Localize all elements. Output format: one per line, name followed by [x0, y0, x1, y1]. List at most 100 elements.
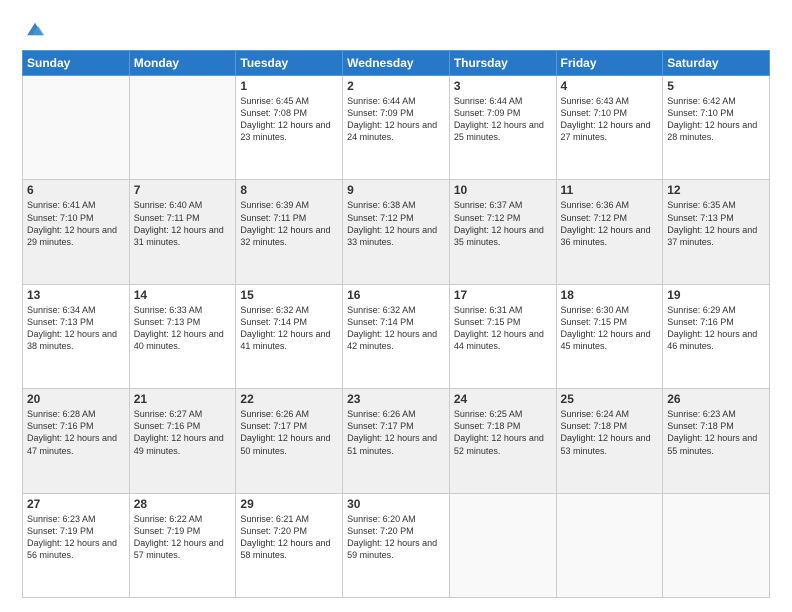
calendar-cell: 26 Sunrise: 6:23 AM Sunset: 7:18 PM Dayli… [663, 389, 770, 493]
day-info: Sunrise: 6:40 AM Sunset: 7:11 PM Dayligh… [134, 199, 232, 248]
day-info: Sunrise: 6:24 AM Sunset: 7:18 PM Dayligh… [561, 408, 659, 457]
calendar-cell: 3 Sunrise: 6:44 AM Sunset: 7:09 PM Daylig… [449, 76, 556, 180]
weekday-header: Saturday [663, 51, 770, 76]
day-number: 5 [667, 79, 765, 93]
day-number: 8 [240, 183, 338, 197]
day-number: 21 [134, 392, 232, 406]
calendar-cell: 17Sunrise: 6:31 AM Sunset: 7:15 PM Dayli… [449, 284, 556, 388]
day-info: Sunrise: 6:26 AM Sunset: 7:17 PM Dayligh… [347, 408, 445, 457]
day-number: 30 [347, 497, 445, 511]
day-number: 9 [347, 183, 445, 197]
top-section [22, 18, 770, 40]
day-number: 14 [134, 288, 232, 302]
day-info: Sunrise: 6:32 AM Sunset: 7:14 PM Dayligh… [347, 304, 445, 353]
calendar-cell: 30 Sunrise: 6:20 AM Sunset: 7:20 PM Dayli… [343, 493, 450, 597]
calendar-week-row: 1Sunrise: 6:45 AM Sunset: 7:08 PM Daylig… [23, 76, 770, 180]
day-number: 7 [134, 183, 232, 197]
logo-icon [24, 18, 46, 40]
calendar-cell: 10 Sunrise: 6:37 AM Sunset: 7:12 PM Dayli… [449, 180, 556, 284]
day-number: 28 [134, 497, 232, 511]
day-info: Sunrise: 6:44 AM Sunset: 7:09 PM Dayligh… [347, 95, 445, 144]
calendar-week-row: 13 Sunrise: 6:34 AM Sunset: 7:13 PM Dayli… [23, 284, 770, 388]
calendar-cell: 29 Sunrise: 6:21 AM Sunset: 7:20 PM Dayli… [236, 493, 343, 597]
day-number: 26 [667, 392, 765, 406]
day-info: Sunrise: 6:43 AM Sunset: 7:10 PM Dayligh… [561, 95, 659, 144]
day-number: 22 [240, 392, 338, 406]
calendar-cell: 12 Sunrise: 6:35 AM Sunset: 7:13 PM Dayli… [663, 180, 770, 284]
logo [22, 18, 46, 40]
weekday-header: Friday [556, 51, 663, 76]
weekday-header: Tuesday [236, 51, 343, 76]
day-number: 3 [454, 79, 552, 93]
day-info: Sunrise: 6:23 AM Sunset: 7:18 PM Dayligh… [667, 408, 765, 457]
calendar-cell: 21 Sunrise: 6:27 AM Sunset: 7:16 PM Dayli… [129, 389, 236, 493]
calendar-cell: 7 Sunrise: 6:40 AM Sunset: 7:11 PM Daylig… [129, 180, 236, 284]
calendar-cell: 16 Sunrise: 6:32 AM Sunset: 7:14 PM Dayli… [343, 284, 450, 388]
day-number: 29 [240, 497, 338, 511]
day-info: Sunrise: 6:26 AM Sunset: 7:17 PM Dayligh… [240, 408, 338, 457]
day-info: Sunrise: 6:29 AM Sunset: 7:16 PM Dayligh… [667, 304, 765, 353]
day-number: 2 [347, 79, 445, 93]
day-number: 24 [454, 392, 552, 406]
day-info: Sunrise: 6:27 AM Sunset: 7:16 PM Dayligh… [134, 408, 232, 457]
day-number: 12 [667, 183, 765, 197]
calendar-week-row: 20 Sunrise: 6:28 AM Sunset: 7:16 PM Dayli… [23, 389, 770, 493]
day-number: 11 [561, 183, 659, 197]
day-number: 19 [667, 288, 765, 302]
day-info: Sunrise: 6:22 AM Sunset: 7:19 PM Dayligh… [134, 513, 232, 562]
calendar-cell: 14 Sunrise: 6:33 AM Sunset: 7:13 PM Dayli… [129, 284, 236, 388]
calendar-cell: 19 Sunrise: 6:29 AM Sunset: 7:16 PM Dayli… [663, 284, 770, 388]
weekday-header: Sunday [23, 51, 130, 76]
calendar-cell: 11 Sunrise: 6:36 AM Sunset: 7:12 PM Dayli… [556, 180, 663, 284]
day-info: Sunrise: 6:20 AM Sunset: 7:20 PM Dayligh… [347, 513, 445, 562]
day-info: Sunrise: 6:25 AM Sunset: 7:18 PM Dayligh… [454, 408, 552, 457]
calendar-week-row: 27Sunrise: 6:23 AM Sunset: 7:19 PM Dayli… [23, 493, 770, 597]
calendar-cell: 15 Sunrise: 6:32 AM Sunset: 7:14 PM Dayli… [236, 284, 343, 388]
calendar-cell: 4 Sunrise: 6:43 AM Sunset: 7:10 PM Daylig… [556, 76, 663, 180]
weekday-header: Wednesday [343, 51, 450, 76]
day-number: 17 [454, 288, 552, 302]
day-info: Sunrise: 6:38 AM Sunset: 7:12 PM Dayligh… [347, 199, 445, 248]
calendar-cell: 23Sunrise: 6:26 AM Sunset: 7:17 PM Dayli… [343, 389, 450, 493]
calendar-cell [449, 493, 556, 597]
day-info: Sunrise: 6:21 AM Sunset: 7:20 PM Dayligh… [240, 513, 338, 562]
calendar-cell: 1Sunrise: 6:45 AM Sunset: 7:08 PM Daylig… [236, 76, 343, 180]
calendar-table: SundayMondayTuesdayWednesdayThursdayFrid… [22, 50, 770, 598]
calendar-cell [663, 493, 770, 597]
calendar-cell [129, 76, 236, 180]
day-info: Sunrise: 6:35 AM Sunset: 7:13 PM Dayligh… [667, 199, 765, 248]
day-info: Sunrise: 6:37 AM Sunset: 7:12 PM Dayligh… [454, 199, 552, 248]
page: SundayMondayTuesdayWednesdayThursdayFrid… [0, 0, 792, 612]
day-number: 13 [27, 288, 125, 302]
day-info: Sunrise: 6:33 AM Sunset: 7:13 PM Dayligh… [134, 304, 232, 353]
calendar-cell: 18Sunrise: 6:30 AM Sunset: 7:15 PM Dayli… [556, 284, 663, 388]
day-info: Sunrise: 6:44 AM Sunset: 7:09 PM Dayligh… [454, 95, 552, 144]
day-number: 25 [561, 392, 659, 406]
day-number: 6 [27, 183, 125, 197]
calendar-cell [23, 76, 130, 180]
calendar-cell: 20 Sunrise: 6:28 AM Sunset: 7:16 PM Dayli… [23, 389, 130, 493]
day-number: 16 [347, 288, 445, 302]
calendar-cell: 27Sunrise: 6:23 AM Sunset: 7:19 PM Dayli… [23, 493, 130, 597]
day-number: 4 [561, 79, 659, 93]
day-info: Sunrise: 6:32 AM Sunset: 7:14 PM Dayligh… [240, 304, 338, 353]
day-info: Sunrise: 6:34 AM Sunset: 7:13 PM Dayligh… [27, 304, 125, 353]
weekday-header: Thursday [449, 51, 556, 76]
day-number: 10 [454, 183, 552, 197]
day-number: 20 [27, 392, 125, 406]
day-number: 15 [240, 288, 338, 302]
day-info: Sunrise: 6:45 AM Sunset: 7:08 PM Dayligh… [240, 95, 338, 144]
calendar-cell: 9 Sunrise: 6:38 AM Sunset: 7:12 PM Daylig… [343, 180, 450, 284]
day-info: Sunrise: 6:36 AM Sunset: 7:12 PM Dayligh… [561, 199, 659, 248]
calendar-cell: 5 Sunrise: 6:42 AM Sunset: 7:10 PM Daylig… [663, 76, 770, 180]
calendar-cell: 13 Sunrise: 6:34 AM Sunset: 7:13 PM Dayli… [23, 284, 130, 388]
day-info: Sunrise: 6:28 AM Sunset: 7:16 PM Dayligh… [27, 408, 125, 457]
calendar-cell: 2 Sunrise: 6:44 AM Sunset: 7:09 PM Daylig… [343, 76, 450, 180]
header-row: SundayMondayTuesdayWednesdayThursdayFrid… [23, 51, 770, 76]
weekday-header: Monday [129, 51, 236, 76]
day-info: Sunrise: 6:39 AM Sunset: 7:11 PM Dayligh… [240, 199, 338, 248]
calendar-cell: 28 Sunrise: 6:22 AM Sunset: 7:19 PM Dayli… [129, 493, 236, 597]
day-info: Sunrise: 6:42 AM Sunset: 7:10 PM Dayligh… [667, 95, 765, 144]
calendar-cell: 24 Sunrise: 6:25 AM Sunset: 7:18 PM Dayli… [449, 389, 556, 493]
calendar-cell: 8 Sunrise: 6:39 AM Sunset: 7:11 PM Daylig… [236, 180, 343, 284]
